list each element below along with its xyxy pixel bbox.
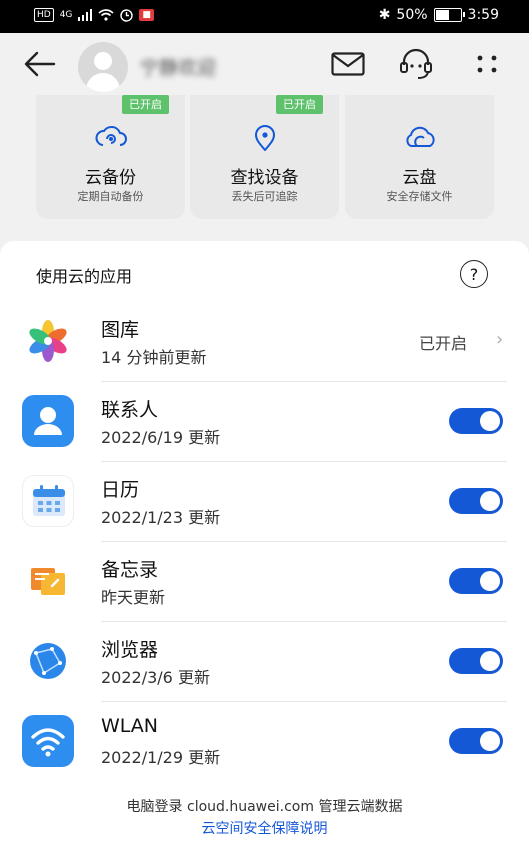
apps-panel: 使用云的应用 ? 图库 14 分钟前更新 已开启 › 联系人 2022/6/19…: [0, 241, 529, 863]
wifi-icon: [22, 715, 74, 767]
sync-toggle[interactable]: [449, 648, 503, 674]
section-title: 使用云的应用: [36, 267, 133, 286]
service-card-cloud-drive[interactable]: 云盘 安全存储文件: [345, 95, 494, 219]
app-header: 宁静欢迎: [0, 33, 529, 95]
app-update-time: 2022/3/6 更新: [101, 668, 210, 687]
service-subtitle: 安全存储文件: [386, 190, 453, 203]
security-policy-link[interactable]: 云空间安全保障说明: [0, 818, 529, 838]
service-title: 查找设备: [230, 168, 299, 188]
app-row-notes[interactable]: 备忘录 昨天更新: [0, 542, 529, 622]
sync-toggle[interactable]: [449, 408, 503, 434]
clock: 3:59: [467, 7, 499, 23]
service-card-find-device[interactable]: 已开启 查找设备 丢失后可追踪: [190, 95, 339, 219]
chevron-right-icon: ›: [496, 329, 504, 350]
app-update-time: 14 分钟前更新: [101, 348, 207, 367]
back-arrow-icon[interactable]: [24, 51, 56, 77]
app-update-time: 2022/1/29 更新: [101, 748, 221, 767]
cloud-backup-icon: [95, 126, 127, 146]
app-name: 日历: [101, 479, 140, 501]
app-update-time: 2022/1/23 更新: [101, 508, 221, 527]
service-title: 云盘: [402, 168, 437, 188]
sync-toggle[interactable]: [449, 728, 503, 754]
question-icon[interactable]: ?: [460, 260, 488, 288]
notes-icon: [22, 555, 74, 607]
bluetooth-icon: ✱: [378, 7, 391, 23]
service-card-cloud-backup[interactable]: 已开启 云备份 定期自动备份: [36, 95, 185, 219]
calendar-icon: [22, 475, 74, 527]
battery-percent: 50%: [396, 7, 428, 23]
app-notification-icon: ■: [139, 9, 154, 21]
more-icon[interactable]: [470, 47, 504, 81]
status-badge: 已开启: [122, 95, 169, 114]
service-title: 云备份: [85, 168, 136, 188]
app-name: 联系人: [101, 399, 159, 421]
app-row-browser[interactable]: 浏览器 2022/3/6 更新: [0, 622, 529, 702]
service-subtitle: 定期自动备份: [77, 190, 144, 203]
status-right: ✱ 50% 3:59: [379, 7, 499, 23]
status-bar: HD 4G ■ ✱ 50% 3:59: [0, 0, 529, 33]
app-name: 浏览器: [101, 639, 159, 661]
app-name: 图库: [101, 319, 140, 341]
footer-info: 电脑登录 cloud.huawei.com 管理云端数据: [126, 799, 403, 815]
battery-icon: [433, 8, 465, 22]
signal-icon: [78, 9, 93, 21]
app-update-time: 2022/6/19 更新: [101, 428, 221, 447]
user-name[interactable]: 宁静欢迎: [140, 53, 216, 80]
sync-toggle[interactable]: [449, 568, 503, 594]
contacts-icon: [22, 395, 74, 447]
gallery-icon: [22, 315, 74, 367]
hd-indicator: HD: [34, 8, 54, 22]
browser-icon: [22, 635, 74, 687]
app-row-gallery[interactable]: 图库 14 分钟前更新 已开启 ›: [0, 302, 529, 382]
app-row-calendar[interactable]: 日历 2022/1/23 更新: [0, 462, 529, 542]
sync-toggle[interactable]: [449, 488, 503, 514]
network-type: 4G: [59, 10, 73, 20]
app-row-contacts[interactable]: 联系人 2022/6/19 更新: [0, 382, 529, 462]
status-left: HD 4G ■: [34, 8, 154, 22]
app-update-time: 昨天更新: [101, 588, 166, 607]
service-subtitle: 丢失后可追踪: [231, 190, 298, 203]
services-row: 已开启 云备份 定期自动备份 已开启 查找设备 丢失后可追踪 云盘 安全存储文件: [0, 95, 529, 235]
cloud-drive-icon: [406, 126, 435, 147]
sync-status-icon: [120, 8, 134, 22]
customer-service-icon[interactable]: [399, 47, 433, 81]
mail-icon[interactable]: [331, 47, 365, 81]
location-pin-icon: [254, 125, 276, 151]
app-name: WLAN: [101, 715, 159, 737]
app-row-wlan[interactable]: WLAN 2022/1/29 更新: [0, 702, 529, 782]
status-badge: 已开启: [276, 95, 323, 114]
avatar[interactable]: [78, 42, 128, 92]
app-name: 备忘录: [101, 559, 159, 581]
wifi-status-icon: [98, 9, 114, 21]
sync-status: 已开启: [419, 334, 468, 353]
